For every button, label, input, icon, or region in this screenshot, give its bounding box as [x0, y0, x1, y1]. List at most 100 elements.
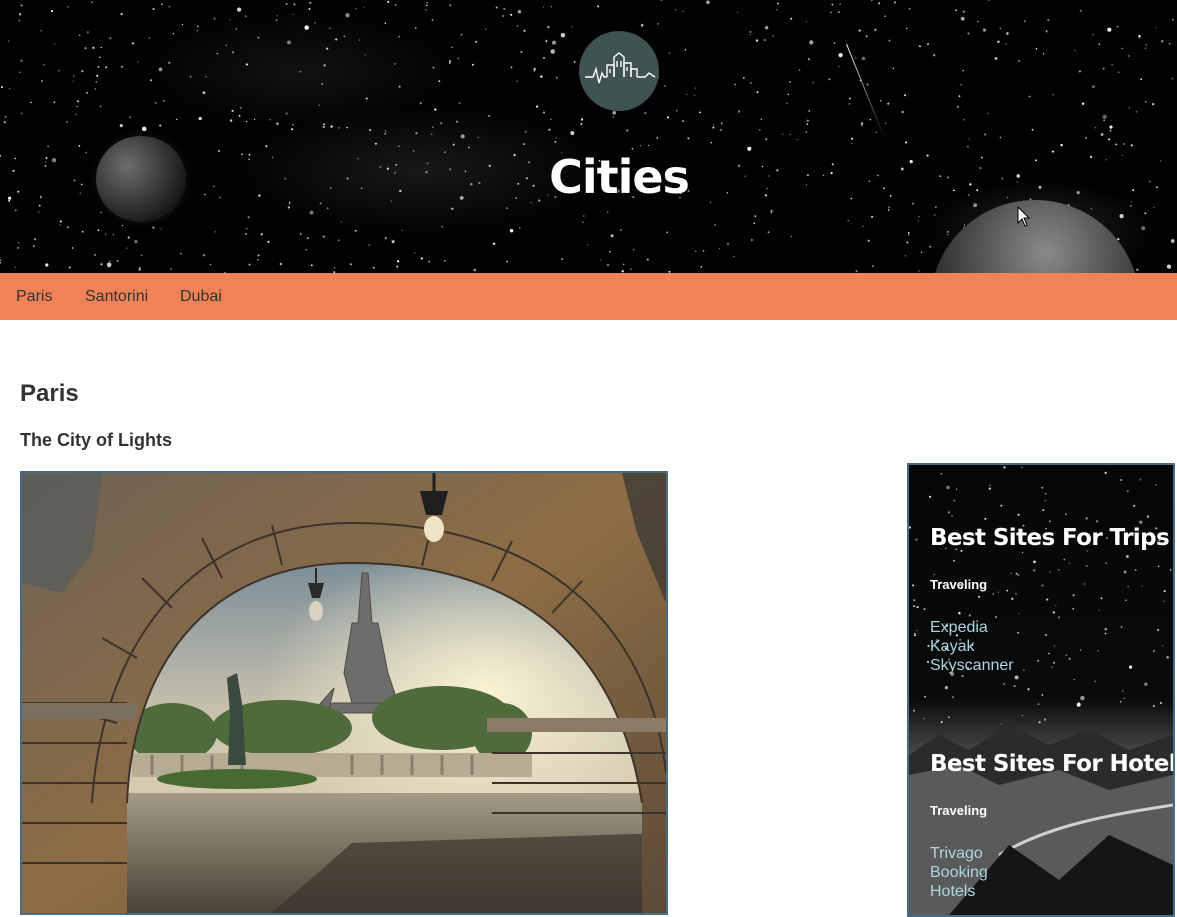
header-banner: Cities	[0, 0, 1177, 273]
star	[848, 103, 850, 105]
star	[3, 121, 6, 123]
star	[861, 122, 864, 125]
star	[231, 109, 234, 112]
star	[152, 226, 155, 229]
star	[940, 472, 943, 475]
star	[43, 64, 46, 66]
star	[955, 488, 958, 490]
star	[384, 237, 387, 240]
star	[736, 11, 739, 14]
sidebar-section-hotels: Best Sites For Hotels Traveling Trivago …	[930, 751, 1173, 901]
star	[909, 526, 911, 529]
star	[702, 250, 705, 252]
star	[1138, 37, 1141, 39]
star	[865, 35, 868, 38]
star	[710, 141, 713, 144]
star	[1139, 478, 1142, 481]
nav-link-santorini[interactable]: Santorini	[85, 288, 148, 306]
star	[989, 484, 991, 487]
star	[310, 264, 313, 267]
star	[279, 262, 282, 266]
link-expedia[interactable]: Expedia	[930, 619, 988, 636]
star	[275, 19, 278, 22]
star	[1123, 697, 1126, 700]
star	[105, 233, 107, 235]
star	[1166, 264, 1172, 269]
star	[554, 140, 557, 143]
top-navigation: Paris Santorini Dubai	[0, 273, 1177, 320]
star	[7, 40, 10, 42]
nav-link-dubai[interactable]: Dubai	[180, 288, 222, 306]
star	[1121, 47, 1123, 50]
star	[1042, 509, 1045, 512]
link-trivago[interactable]: Trivago	[930, 845, 983, 862]
star	[148, 37, 151, 40]
star	[415, 132, 418, 135]
star	[441, 226, 443, 228]
star	[503, 7, 506, 11]
star	[872, 265, 874, 267]
star	[1115, 143, 1118, 146]
star	[67, 5, 69, 8]
star	[987, 0, 990, 2]
link-kayak[interactable]: Kayak	[930, 638, 974, 655]
link-booking[interactable]: Booking	[930, 864, 988, 881]
star	[619, 229, 622, 232]
star	[112, 234, 115, 236]
site-logo[interactable]	[579, 31, 659, 111]
star	[929, 245, 932, 248]
star	[1090, 207, 1093, 210]
star	[1079, 9, 1082, 12]
star	[168, 5, 171, 8]
star	[452, 143, 455, 146]
nav-link-paris[interactable]: Paris	[16, 288, 52, 306]
list-item: Trivago	[930, 844, 1170, 863]
star	[99, 105, 102, 108]
star	[847, 219, 849, 222]
star	[440, 122, 443, 125]
star	[119, 124, 123, 128]
star	[495, 6, 498, 9]
link-skyscanner[interactable]: Skyscanner	[930, 657, 1014, 674]
star	[260, 233, 263, 236]
list-item: Hotels	[930, 882, 1170, 901]
star	[245, 232, 248, 236]
star	[874, 28, 877, 31]
star	[777, 2, 779, 5]
star	[306, 237, 309, 240]
star	[699, 111, 701, 114]
star	[901, 110, 904, 114]
star	[946, 233, 949, 236]
star	[1118, 71, 1120, 74]
star	[916, 605, 919, 609]
star	[1078, 70, 1081, 73]
star	[542, 6, 545, 8]
star	[106, 262, 112, 268]
star	[597, 5, 600, 8]
star	[749, 30, 752, 34]
star	[309, 1, 312, 4]
star	[53, 101, 56, 104]
star	[887, 206, 891, 209]
star	[700, 266, 703, 268]
star	[91, 1, 93, 3]
star	[951, 515, 953, 517]
star	[477, 136, 479, 139]
star	[1172, 19, 1174, 21]
star	[1155, 26, 1158, 29]
star	[1126, 490, 1129, 493]
star	[1109, 125, 1113, 129]
star	[4, 115, 7, 118]
star	[551, 40, 557, 45]
star	[1095, 520, 1099, 523]
link-hotels[interactable]: Hotels	[930, 883, 975, 900]
star	[94, 88, 97, 90]
star	[806, 123, 809, 125]
star	[734, 83, 736, 86]
star	[999, 136, 1002, 139]
star	[582, 221, 584, 223]
star	[213, 17, 216, 20]
star	[520, 51, 523, 53]
star	[888, 39, 891, 42]
star	[285, 112, 288, 115]
